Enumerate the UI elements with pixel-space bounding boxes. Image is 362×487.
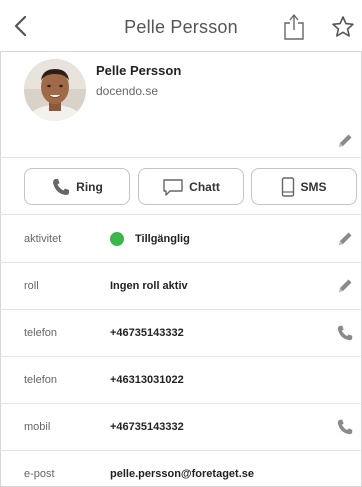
chatt-button[interactable]: Chatt	[138, 168, 244, 205]
row-label: telefon	[24, 374, 58, 386]
header-bar: Pelle Persson	[0, 0, 362, 52]
row-aktivitet: aktivitet Tillgänglig	[0, 216, 362, 263]
avatar-photo	[24, 59, 86, 121]
row-value[interactable]: +46735143332	[110, 327, 184, 339]
share-icon[interactable]	[283, 11, 305, 41]
sms-button[interactable]: SMS	[251, 168, 357, 205]
row-value: Tillgänglig	[135, 233, 190, 245]
row-label: roll	[24, 280, 39, 292]
phone-icon	[53, 178, 70, 195]
page-title: Pelle Persson	[124, 17, 238, 37]
row-telefon: telefon +46735143332	[0, 310, 362, 357]
action-buttons: Ring Chatt SMS	[0, 159, 362, 215]
status-indicator	[110, 232, 124, 246]
row-e-post: e-post pelle.persson@foretaget.se	[0, 451, 362, 487]
phone-icon[interactable]	[336, 324, 354, 342]
row-label: mobil	[24, 421, 51, 433]
sms-label: SMS	[300, 179, 327, 194]
row-value[interactable]: pelle.persson@foretaget.se	[110, 468, 254, 480]
row-value[interactable]: +46735143332	[110, 421, 184, 433]
row-value: Ingen roll aktiv	[110, 280, 188, 292]
ring-label: Ring	[76, 179, 103, 194]
mobile-phone-icon	[282, 176, 295, 197]
row-roll: roll Ingen roll aktiv	[0, 263, 362, 310]
row-mobil: mobil +46735143332	[0, 404, 362, 451]
row-label: telefon	[24, 327, 58, 339]
ring-button[interactable]: Ring	[24, 168, 130, 205]
row-label: aktivitet	[24, 233, 62, 245]
avatar	[24, 59, 86, 121]
star-icon[interactable]	[331, 15, 355, 39]
pencil-icon[interactable]	[336, 277, 354, 295]
pencil-icon[interactable]	[336, 132, 354, 150]
contact-company: docendo.se	[96, 84, 159, 98]
row-label: e-post	[24, 468, 55, 480]
pencil-icon[interactable]	[336, 230, 354, 248]
phone-icon[interactable]	[336, 418, 354, 436]
profile-section: Pelle Persson docendo.se	[0, 53, 362, 158]
contact-name: Pelle Persson	[96, 63, 182, 78]
row-value[interactable]: +46313031022	[110, 374, 184, 386]
chatt-label: Chatt	[189, 179, 220, 194]
row-telefon-2: telefon +46313031022	[0, 357, 362, 404]
chat-bubble-icon	[163, 178, 183, 196]
